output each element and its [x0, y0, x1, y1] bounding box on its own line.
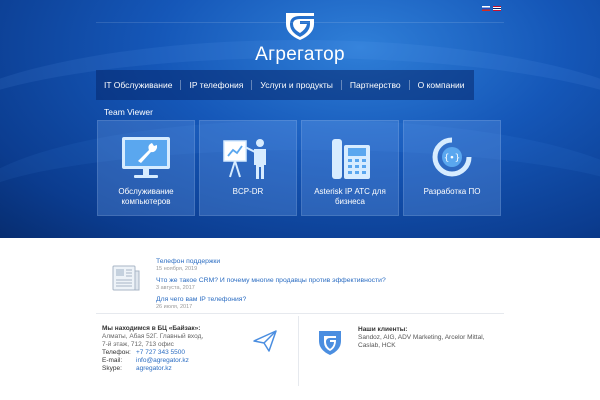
footer-divider — [96, 313, 504, 314]
tile-label: BCP-DR — [232, 187, 264, 196]
logo-shield-icon — [286, 13, 314, 40]
news-item: Что же такое CRM? И почему многие продав… — [156, 277, 386, 292]
svg-text:{•}: {•} — [444, 154, 460, 164]
news-date: 15 ноября, 2019 — [156, 266, 198, 272]
section-title[interactable]: Team Viewer — [104, 107, 153, 117]
desk-phone-icon — [332, 139, 370, 179]
nav-item-partnership[interactable]: Партнерство — [342, 80, 409, 90]
paper-plane-icon — [253, 330, 277, 352]
news-date: 3 августа, 2017 — [156, 285, 195, 291]
phone-label: Телефон: — [102, 349, 131, 356]
tile-label: Обслуживание компьютеров — [118, 187, 174, 206]
main-nav: IT Обслуживание IP телефония Услуги и пр… — [96, 70, 474, 100]
tile-label: Asterisk IP АТС для бизнеса — [314, 187, 386, 206]
nav-item-services-products[interactable]: Услуги и продукты — [252, 80, 341, 90]
nav-item-ip-telephony[interactable]: IP телефония — [181, 80, 251, 90]
news-item: Телефон поддержки 15 ноября, 2019 — [156, 258, 386, 273]
nav-item-it-service[interactable]: IT Обслуживание — [96, 80, 180, 90]
service-tile-bcp-dr[interactable]: BCP-DR — [199, 120, 297, 216]
news-date: 26 июля, 2017 — [156, 304, 193, 310]
clients-list: Sandoz, AIG, ADV Marketing, Arcelor Mitt… — [358, 334, 485, 341]
clients-list: Caslab, HCK — [358, 342, 396, 349]
shield-logo-icon — [319, 331, 341, 355]
footer-column-divider — [298, 316, 299, 386]
news-block: Телефон поддержки 15 ноября, 2019 Что же… — [112, 258, 512, 318]
email-row: E-mail: info@agregator.kz — [102, 357, 292, 365]
email-link[interactable]: info@agregator.kz — [136, 357, 189, 365]
news-list: Телефон поддержки 15 ноября, 2019 Что же… — [156, 258, 386, 315]
news-item: Для чего вам IP телефония? 26 июля, 2017 — [156, 296, 386, 311]
service-tile-computer-maintenance[interactable]: Обслуживание компьютеров — [97, 120, 195, 216]
clients-heading: Наши клиенты: — [358, 326, 408, 333]
site-logo[interactable]: Агрегатор — [0, 10, 600, 66]
news-link[interactable]: Телефон поддержки — [156, 258, 386, 266]
hero-banner: Агрегатор IT Обслуживание IP телефония У… — [0, 0, 600, 238]
service-tile-asterisk[interactable]: Asterisk IP АТС для бизнеса — [301, 120, 399, 216]
phone-link[interactable]: +7 727 343 5500 — [136, 349, 185, 357]
presentation-icon — [223, 139, 266, 179]
skype-link[interactable]: agregator.kz — [136, 365, 172, 373]
service-tile-software-dev[interactable]: {•} Разработка ПО — [403, 120, 501, 216]
skype-label: Skype: — [102, 365, 122, 372]
news-link[interactable]: Для чего вам IP телефония? — [156, 296, 386, 304]
monitor-wrench-icon — [122, 137, 170, 178]
email-label: E-mail: — [102, 357, 123, 364]
clients-block: Наши клиенты: Sandoz, AIG, ADV Marketing… — [358, 326, 508, 350]
tile-label: Разработка ПО — [423, 187, 481, 196]
news-link[interactable]: Что же такое CRM? И почему многие продав… — [156, 277, 386, 285]
nav-item-about[interactable]: О компании — [410, 80, 473, 90]
skype-row: Skype: agregator.kz — [102, 365, 292, 373]
logo-text: Агрегатор — [255, 44, 345, 65]
newspaper-icon — [112, 265, 140, 291]
code-circle-icon: {•} — [432, 137, 472, 177]
